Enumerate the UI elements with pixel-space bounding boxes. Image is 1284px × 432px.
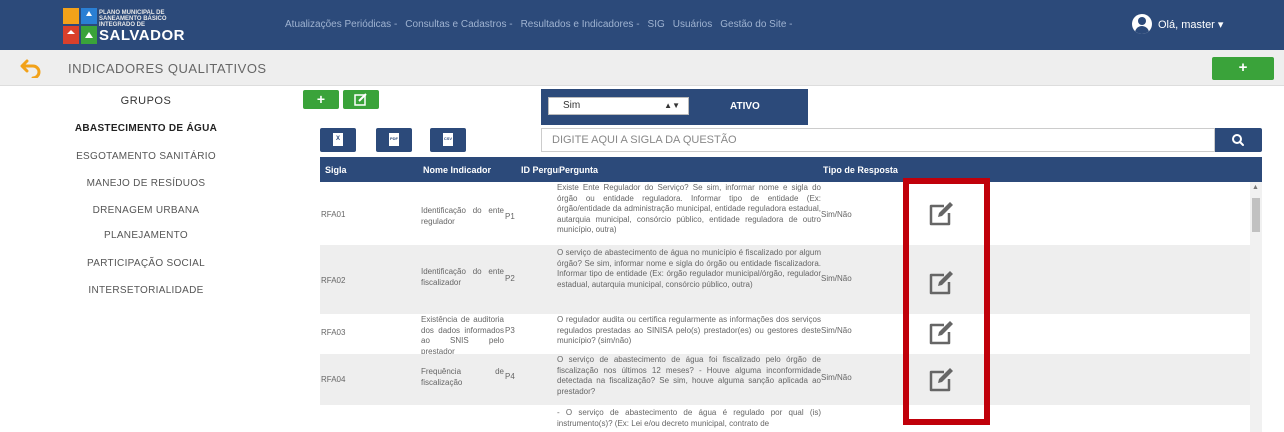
cell-nome: Identificação do ente fiscalizador (421, 267, 504, 287)
cell-id: P1 (505, 212, 515, 221)
csv-file-label: CSV (443, 136, 453, 141)
sidebar-item-abastecimento[interactable]: ABASTECIMENTO DE ÁGUA (0, 123, 292, 134)
menu-item-resultados[interactable]: Resultados e Indicadores - (521, 19, 640, 30)
cell-pergunta: - O serviço de abastecimento de água é r… (557, 408, 821, 428)
edit-group-button[interactable] (343, 90, 379, 109)
cell-sigla: RFA03 (321, 328, 346, 337)
menu-item-sig[interactable]: SIG (648, 19, 665, 30)
edit-icon (354, 93, 367, 106)
search-icon (1232, 134, 1244, 146)
col-pergunta[interactable]: Pergunta (559, 165, 598, 175)
cell-tipo: Sim/Não (821, 274, 852, 283)
col-tipo-resposta[interactable]: Tipo de Resposta (823, 165, 898, 175)
user-menu[interactable]: Olá, master ▾ (1132, 14, 1223, 34)
table-scrollbar[interactable]: ▲ (1250, 182, 1262, 432)
col-nome-indicador[interactable]: Nome Indicador (423, 165, 491, 175)
cell-id: P2 (505, 274, 515, 283)
menu-item-atualizacoes[interactable]: Atualizações Periódicas - (285, 19, 397, 30)
csv-file-icon: CSV (443, 133, 453, 146)
cell-tipo: Sim/Não (821, 373, 852, 382)
col-sigla[interactable]: Sigla (325, 165, 347, 175)
export-csv-button[interactable]: CSV (430, 128, 466, 152)
table-row: RFA02 Identificação do ente fiscalizador… (320, 245, 1250, 314)
col-id-pergunta[interactable]: ID Pergunta (521, 165, 559, 175)
user-avatar-icon (1132, 14, 1152, 34)
user-greeting: Olá, master ▾ (1158, 18, 1224, 31)
table-row: RFA04 Frequência de fiscalização P4 O se… (320, 354, 1250, 405)
excel-file-label: X (335, 136, 340, 142)
pdf-file-label: PDF (390, 136, 398, 141)
sidebar-item-planejamento[interactable]: PLANEJAMENTO (0, 230, 292, 241)
groups-heading: GRUPOS (120, 95, 172, 107)
active-select[interactable]: Sim ▲▼ (548, 97, 689, 115)
export-pdf-button[interactable]: PDF (376, 128, 412, 152)
table-header: Sigla Nome Indicador ID Pergunta Pergunt… (320, 157, 1262, 182)
export-excel-button[interactable]: X (320, 128, 356, 152)
title-bar: INDICADORES QUALITATIVOS + (0, 50, 1284, 86)
table-body: RFA01 Identificação do ente regulador P1… (320, 182, 1262, 432)
select-arrows-icon: ▲▼ (664, 101, 680, 110)
logo-title: SALVADOR (99, 27, 185, 44)
cell-pergunta: O regulador audita ou certifica regularm… (557, 315, 821, 345)
main-menu: Atualizações Periódicas - Consultas e Ca… (285, 19, 801, 30)
pdf-file-icon: PDF (389, 133, 399, 146)
add-indicator-button[interactable]: + (303, 90, 339, 109)
menu-item-usuarios[interactable]: Usuários (673, 19, 712, 30)
table-row: RFA01 Identificação do ente regulador P1… (320, 182, 1250, 245)
top-navbar: PLANO MUNICIPAL DE SANEAMENTO BÁSICO INT… (0, 0, 1284, 50)
sidebar-item-intersetorialidade[interactable]: INTERSETORIALIDADE (0, 285, 292, 296)
sidebar-item-participacao[interactable]: PARTICIPAÇÃO SOCIAL (0, 258, 292, 269)
cell-pergunta: Existe Ente Regulador do Serviço? Se sim… (557, 183, 821, 234)
logo-subtitle: PLANO MUNICIPAL DE SANEAMENTO BÁSICO INT… (99, 10, 167, 28)
menu-item-gestao[interactable]: Gestão do Site - (720, 19, 792, 30)
cell-sigla: RFA04 (321, 375, 346, 384)
logo-mark-icon (63, 8, 97, 44)
logo[interactable]: PLANO MUNICIPAL DE SANEAMENTO BÁSICO INT… (63, 8, 185, 44)
cell-nome: Frequência de fiscalização (421, 367, 504, 387)
active-select-value: Sim (563, 100, 581, 111)
cell-sigla: RFA02 (321, 276, 346, 285)
groups-sidebar: GRUPOS ABASTECIMENTO DE ÁGUA ESGOTAMENTO… (0, 86, 292, 432)
cell-id: P4 (505, 372, 515, 381)
sidebar-item-residuos[interactable]: MANEJO DE RESÍDUOS (0, 178, 292, 189)
cell-nome: Existência de auditoria dos dados inform… (421, 315, 504, 356)
search-input[interactable]: DIGITE AQUI A SIGLA DA QUESTÃO (541, 128, 1215, 152)
cell-nome: Identificação do ente regulador (421, 206, 504, 226)
cell-id: P3 (505, 326, 515, 335)
cell-tipo: Sim/Não (821, 210, 852, 219)
excel-file-icon: X (333, 133, 343, 146)
back-arrow-icon[interactable] (20, 58, 42, 78)
cell-tipo: Sim/Não (821, 326, 852, 335)
cell-pergunta: O serviço de abastecimento de água foi f… (557, 355, 821, 396)
cell-sigla: RFA01 (321, 210, 346, 219)
sidebar-item-drenagem[interactable]: DRENAGEM URBANA (0, 205, 292, 216)
active-filter-box: Sim ▲▼ ATIVO (541, 89, 808, 125)
search-button[interactable] (1215, 128, 1262, 152)
menu-item-consultas[interactable]: Consultas e Cadastros - (405, 19, 512, 30)
table-row: RFA03 Existência de auditoria dos dados … (320, 314, 1250, 356)
scroll-up-icon[interactable]: ▲ (1252, 184, 1259, 191)
cell-pergunta: O serviço de abastecimento de água no mu… (557, 248, 821, 289)
sidebar-item-esgotamento[interactable]: ESGOTAMENTO SANITÁRIO (0, 151, 292, 162)
table-row: - O serviço de abastecimento de água é r… (320, 405, 1250, 432)
ativo-label: ATIVO (730, 101, 760, 112)
edit-column-highlight (903, 178, 990, 425)
add-group-button[interactable]: + (1212, 57, 1274, 80)
scroll-thumb[interactable] (1252, 198, 1260, 232)
page-title: INDICADORES QUALITATIVOS (68, 61, 267, 76)
